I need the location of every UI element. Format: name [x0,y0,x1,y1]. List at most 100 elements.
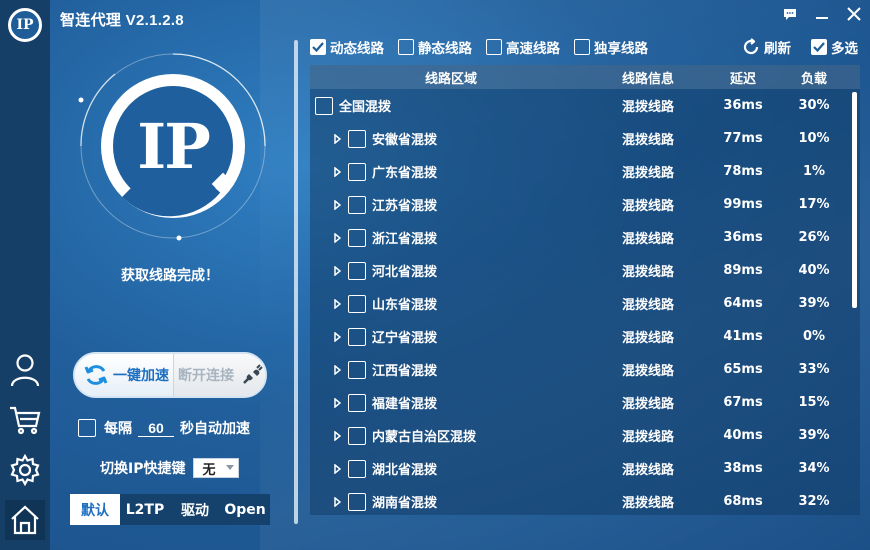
filter-high-speed-checkbox[interactable] [486,39,502,55]
expand-arrow-icon[interactable] [332,397,342,408]
row-checkbox[interactable] [348,195,366,214]
table-row[interactable]: 福建省混拨 混拨线路 67ms 15% [310,386,860,419]
table-row[interactable]: 湖南省混拨 混拨线路 68ms 32% [310,485,860,515]
row-checkbox[interactable] [348,459,366,478]
expand-arrow-icon[interactable] [332,199,342,210]
filter-dynamic[interactable]: 动态线路 [310,37,384,57]
row-region-cell: 全国混拨 [310,96,592,115]
ip-logo-graphic: IP [75,48,271,244]
table-row[interactable]: 浙江省混拨 混拨线路 36ms 26% [310,221,860,254]
table-row[interactable]: 河北省混拨 混拨线路 89ms 40% [310,254,860,287]
expand-arrow-icon[interactable] [332,496,342,507]
filter-dynamic-checkbox[interactable] [310,39,326,55]
auto-prefix: 每隔 [104,421,132,437]
row-load: 39% [798,296,830,311]
multi-select-toggle[interactable]: 多选 [811,37,858,57]
row-region-label: 山东省混拨 [372,298,438,313]
table-row[interactable]: 湖北省混拨 混拨线路 38ms 34% [310,452,860,485]
table-body: 全国混拨 混拨线路 36ms 30% 安徽省混拨 混拨线路 77ms 10% 广… [310,89,860,515]
header-load[interactable]: 负载 [782,68,846,87]
row-latency: 36ms [723,230,763,245]
filter-static-checkbox[interactable] [398,39,414,55]
refresh-button[interactable]: 刷新 [742,37,791,57]
row-load: 10% [798,131,830,146]
row-region-label: 江苏省混拨 [372,199,438,214]
disconnect-label: 断开连接 [178,368,234,384]
connection-controls: 一键加速 断开连接 [73,352,267,398]
row-info: 混拨线路 [621,331,674,346]
row-region-cell: 江苏省混拨 [310,195,592,214]
filter-static[interactable]: 静态线路 [398,37,472,57]
row-region-label: 辽宁省混拨 [372,331,438,346]
row-checkbox[interactable] [348,393,366,412]
gear-icon[interactable] [5,450,45,490]
filter-high-speed[interactable]: 高速线路 [486,37,560,57]
header-region[interactable]: 线路区域 [310,68,592,87]
row-checkbox[interactable] [348,492,366,511]
row-load: 15% [798,395,830,410]
auto-interval-input[interactable] [138,419,174,437]
accelerate-label: 一键加速 [113,368,169,384]
row-region-cell: 山东省混拨 [310,294,592,313]
auto-accelerate-row: 每隔 秒自动加速 [78,418,250,438]
expand-arrow-icon[interactable] [332,298,342,309]
row-checkbox[interactable] [348,129,366,148]
table-row[interactable]: 江西省混拨 混拨线路 65ms 33% [310,353,860,386]
accelerate-button[interactable]: 一键加速 [75,354,173,396]
expand-arrow-icon[interactable] [332,364,342,375]
row-region-label: 江西省混拨 [372,364,438,379]
row-latency: 41ms [723,329,763,344]
row-checkbox[interactable] [348,162,366,181]
tab-mode-driver[interactable]: 驱动 [170,494,220,525]
table-scrollbar[interactable] [852,92,857,308]
row-info: 混拨线路 [621,232,674,247]
auto-accelerate-checkbox[interactable] [78,419,96,437]
row-region-label: 安徽省混拨 [372,133,438,148]
expand-arrow-icon[interactable] [332,133,342,144]
filter-dynamic-label: 动态线路 [330,41,384,57]
header-latency[interactable]: 延迟 [704,68,782,87]
row-checkbox[interactable] [348,327,366,346]
table-row[interactable]: 山东省混拨 混拨线路 64ms 39% [310,287,860,320]
minimize-icon[interactable] [814,6,830,22]
user-icon[interactable] [5,350,45,390]
tab-mode-l2tp[interactable]: L2TP [120,494,170,525]
hotkey-row: 切换IP快捷键 无 [100,458,240,478]
expand-arrow-icon[interactable] [332,463,342,474]
disconnect-button[interactable]: 断开连接 [173,354,265,396]
filter-exclusive-checkbox[interactable] [574,39,590,55]
row-checkbox[interactable] [348,360,366,379]
expand-arrow-icon[interactable] [332,166,342,177]
row-latency: 99ms [723,197,763,212]
row-checkbox[interactable] [348,426,366,445]
cart-icon[interactable] [5,400,45,440]
expand-arrow-icon[interactable] [332,265,342,276]
tab-mode-default[interactable]: 默认 [70,494,120,525]
expand-arrow-icon[interactable] [332,232,342,243]
line-table: 线路区域 线路信息 延迟 负载 全国混拨 混拨线路 36ms 30% 安徽省混拨… [310,65,860,515]
table-row[interactable]: 安徽省混拨 混拨线路 77ms 10% [310,122,860,155]
tab-mode-open[interactable]: Open [220,494,270,525]
home-icon[interactable] [5,500,45,540]
close-icon[interactable] [846,6,862,22]
table-row[interactable]: 内蒙古自治区混拨 混拨线路 40ms 39% [310,419,860,452]
expand-arrow-icon[interactable] [332,331,342,342]
hotkey-select[interactable]: 无 [193,458,240,478]
row-checkbox[interactable] [315,96,333,115]
table-row[interactable]: 辽宁省混拨 混拨线路 41ms 0% [310,320,860,353]
table-row[interactable]: 江苏省混拨 混拨线路 99ms 17% [310,188,860,221]
table-row[interactable]: 全国混拨 混拨线路 36ms 30% [310,89,860,122]
expand-arrow-icon[interactable] [332,430,342,441]
header-info[interactable]: 线路信息 [592,68,704,87]
row-checkbox[interactable] [348,294,366,313]
table-row[interactable]: 广东省混拨 混拨线路 78ms 1% [310,155,860,188]
multi-select-checkbox[interactable] [811,39,827,55]
filter-exclusive[interactable]: 独享线路 [574,37,648,57]
row-load: 34% [798,461,830,476]
row-checkbox[interactable] [348,261,366,280]
row-latency: 40ms [723,428,763,443]
window-title: 智连代理 V2.1.2.8 [60,12,184,29]
feedback-icon[interactable] [782,6,798,22]
panel-splitter[interactable] [294,40,298,524]
row-checkbox[interactable] [348,228,366,247]
